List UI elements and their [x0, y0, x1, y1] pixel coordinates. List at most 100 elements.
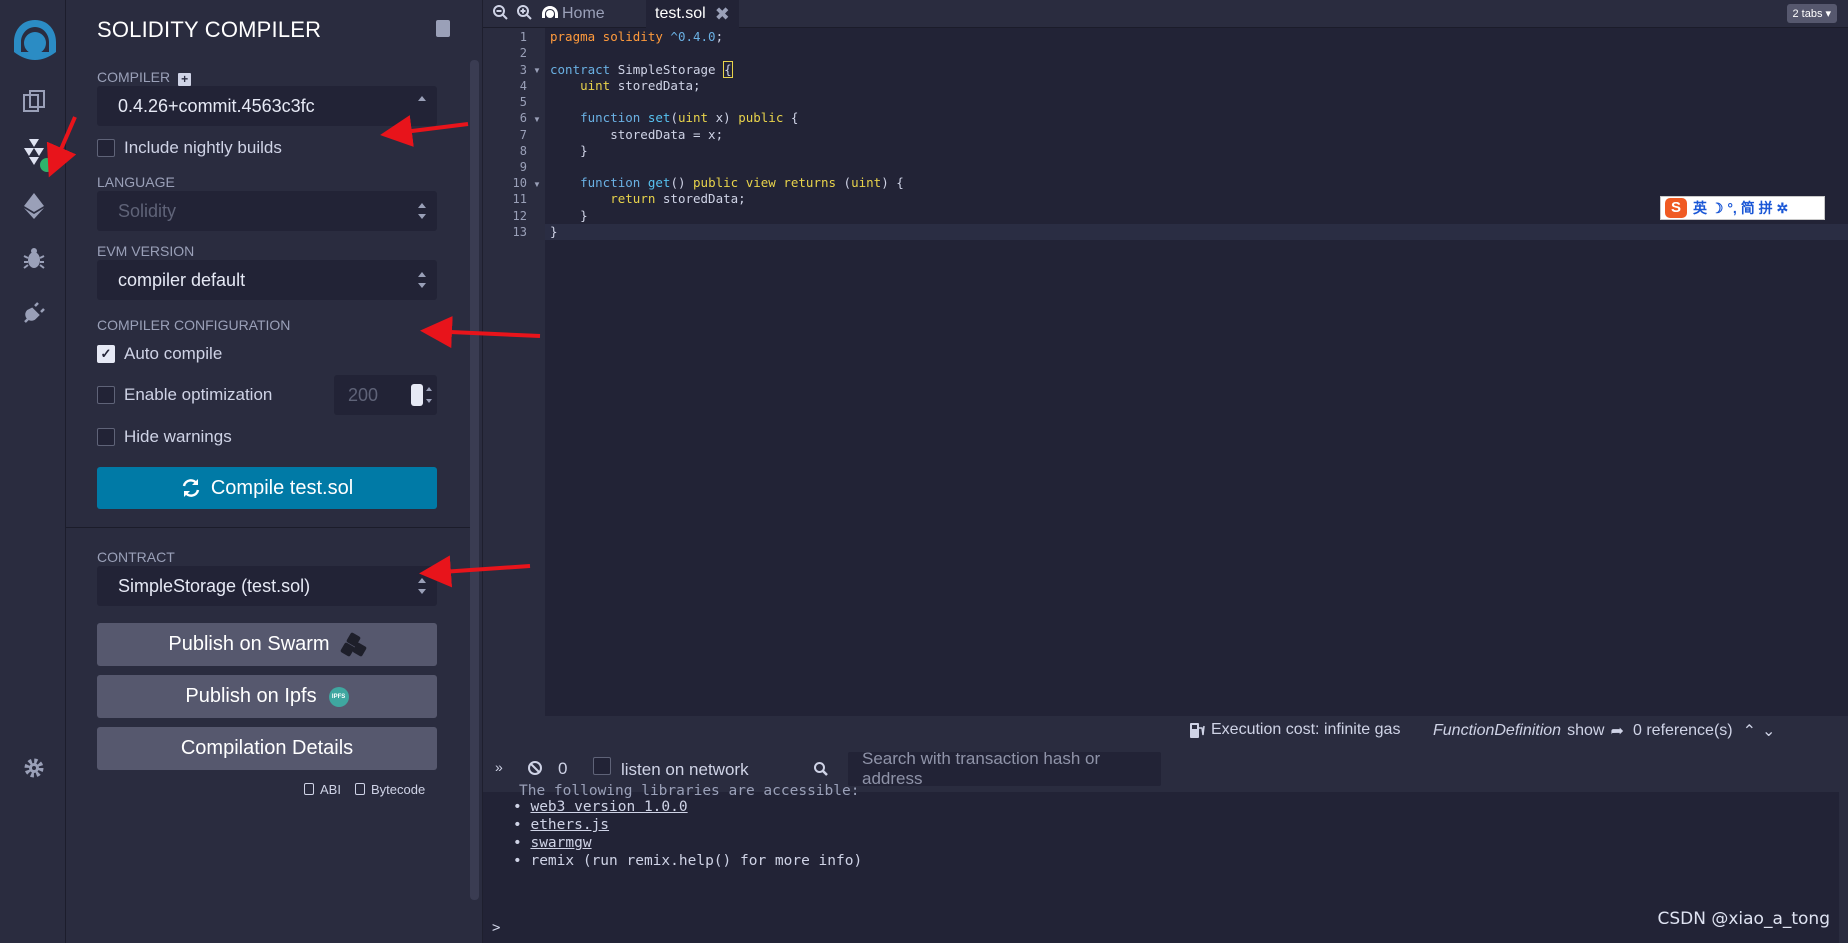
runs-stepper[interactable]	[411, 384, 423, 406]
nightly-builds-label: Include nightly builds	[124, 138, 282, 157]
code-token: public	[738, 110, 784, 125]
line-number-gutter: 1 2 3 4 5 6 7 8 9 10 11 12 13 ▼ ▼ ▼	[483, 28, 545, 716]
remix-logo-icon[interactable]	[8, 16, 62, 66]
plugin-manager-icon[interactable]	[16, 295, 52, 331]
gas-pump-icon	[1190, 723, 1205, 738]
listen-network-checkbox[interactable]	[593, 757, 611, 775]
code-token: function	[580, 175, 641, 190]
tabs-count-label: 2 tabs	[1792, 7, 1823, 20]
tab-test-sol[interactable]: test.sol ✖	[646, 0, 739, 28]
optimization-runs-input[interactable]: 200	[334, 375, 437, 415]
current-line-highlight	[483, 224, 1848, 240]
compiler-version-select[interactable]: 0.4.26+commit.4563c3fc	[97, 86, 437, 126]
auto-compile-checkbox[interactable]: ✓	[97, 345, 115, 363]
deploy-run-icon[interactable]	[16, 188, 52, 224]
code-editor[interactable]: 1 2 3 4 5 6 7 8 9 10 11 12 13 ▼ ▼ ▼ prag…	[483, 28, 1848, 716]
copy-bytecode-button[interactable]: Bytecode	[354, 782, 425, 797]
optimization-runs-value: 200	[348, 384, 379, 405]
select-arrow-icon	[418, 94, 426, 114]
compile-button[interactable]: Compile test.sol	[97, 467, 437, 509]
optimization-checkbox[interactable]	[97, 386, 115, 404]
add-compiler-icon[interactable]: +	[178, 73, 192, 86]
clear-console-icon[interactable]	[527, 760, 543, 776]
language-value: Solidity	[118, 200, 177, 221]
swarmgw-link[interactable]: swarmgw	[530, 835, 591, 851]
fold-arrow-icon[interactable]: ▼	[533, 66, 541, 75]
chevron-up-icon[interactable]: ⌃	[1743, 721, 1756, 741]
terminal-output[interactable]: The following libraries are accessible: …	[483, 783, 1848, 943]
show-definition-link[interactable]: show	[1567, 722, 1604, 740]
code-token: ) {	[881, 175, 904, 190]
line-number: 9	[519, 160, 527, 174]
code-token: uint	[851, 175, 882, 190]
code-token: uint	[580, 78, 611, 93]
documentation-icon[interactable]	[436, 20, 450, 37]
auto-compile-row[interactable]: ✓ Auto compile	[97, 344, 222, 364]
fold-arrow-icon[interactable]: ▼	[533, 180, 541, 189]
collapse-terminal-icon[interactable]: »	[495, 759, 503, 775]
hide-warnings-row[interactable]: Hide warnings	[97, 427, 232, 447]
line-number: 2	[519, 46, 527, 60]
terminal-prompt[interactable]: >	[492, 920, 500, 936]
evm-version-value: compiler default	[118, 269, 246, 290]
file-explorer-icon[interactable]	[16, 83, 52, 119]
code-token: ()	[670, 175, 694, 190]
zoom-in-icon[interactable]	[516, 4, 533, 21]
code-line: function get() public view returns (uint…	[550, 175, 904, 190]
execution-cost-text: Execution cost: infinite gas	[1211, 721, 1401, 738]
contract-select[interactable]: SimpleStorage (test.sol)	[97, 566, 437, 606]
compiler-label: COMPILER	[97, 69, 171, 85]
nightly-builds-row[interactable]: Include nightly builds	[97, 138, 282, 158]
tx-search-placeholder: Search with transaction hash or address	[862, 749, 1101, 788]
line-number: 13	[512, 225, 527, 239]
evm-version-select[interactable]: compiler default	[97, 260, 437, 300]
debugger-icon[interactable]	[16, 240, 52, 276]
tx-search-input[interactable]: Search with transaction hash or address	[848, 749, 1161, 788]
solidity-compiler-icon[interactable]	[16, 134, 56, 174]
panel-scrollbar[interactable]	[470, 60, 479, 900]
auto-compile-label: Auto compile	[124, 344, 223, 363]
ethers-link[interactable]: ethers.js	[530, 817, 609, 833]
remix-home-icon	[542, 6, 558, 18]
close-tab-icon[interactable]: ✖	[715, 4, 730, 25]
line-number: 8	[519, 144, 527, 158]
publish-ipfs-label: Publish on Ipfs	[185, 685, 317, 707]
nightly-builds-checkbox[interactable]	[97, 139, 115, 157]
search-icon	[814, 762, 828, 776]
publish-ipfs-button[interactable]: Publish on Ipfs IPFS	[97, 675, 437, 718]
publish-swarm-button[interactable]: Publish on Swarm	[97, 623, 437, 666]
settings-gear-icon[interactable]	[16, 750, 52, 786]
code-line: }	[550, 224, 558, 239]
compilation-details-button[interactable]: Compilation Details	[97, 727, 437, 770]
language-select[interactable]: Solidity	[97, 191, 437, 231]
copy-icon	[354, 783, 365, 795]
web3-link[interactable]: web3 version 1.0.0	[530, 799, 687, 815]
share-arrow-icon[interactable]: ➦	[1610, 721, 1623, 741]
code-line: }	[550, 208, 588, 223]
definition-type: FunctionDefinition	[1433, 722, 1562, 739]
optimization-row[interactable]: Enable optimization	[97, 385, 272, 405]
line-number: 12	[512, 209, 527, 223]
remix-ide: SOLIDITY COMPILER COMPILER + 0.4.26+commi…	[0, 0, 1848, 943]
copy-abi-button[interactable]: ABI	[304, 782, 341, 797]
fold-arrow-icon[interactable]: ▼	[533, 115, 541, 124]
ime-toolbar[interactable]: S 英 ☽ °, 简 拼 ✲	[1660, 196, 1825, 220]
compiler-label-row: COMPILER +	[97, 69, 192, 86]
tabs-count-dropdown[interactable]: 2 tabs ▾	[1786, 4, 1837, 23]
terminal-scrollbar[interactable]	[1839, 792, 1848, 943]
code-token: {	[783, 110, 799, 125]
zoom-out-icon[interactable]	[492, 4, 509, 21]
compile-button-label: Compile test.sol	[210, 476, 354, 499]
tab-home[interactable]: Home	[540, 0, 605, 28]
code-line: contract SimpleStorage {	[550, 61, 733, 78]
references-count: 0 reference(s)	[1633, 722, 1733, 739]
chevron-down-icon[interactable]: ⌄	[1762, 721, 1775, 741]
language-label: LANGUAGE	[97, 174, 175, 190]
copy-row: ABI Bytecode	[304, 782, 425, 797]
ime-options: 英 ☽ °, 简 拼 ✲	[1693, 200, 1789, 216]
hide-warnings-checkbox[interactable]	[97, 428, 115, 446]
code-token: storedData;	[655, 191, 746, 206]
definition-info: FunctionDefinition show ➦	[1433, 721, 1624, 741]
